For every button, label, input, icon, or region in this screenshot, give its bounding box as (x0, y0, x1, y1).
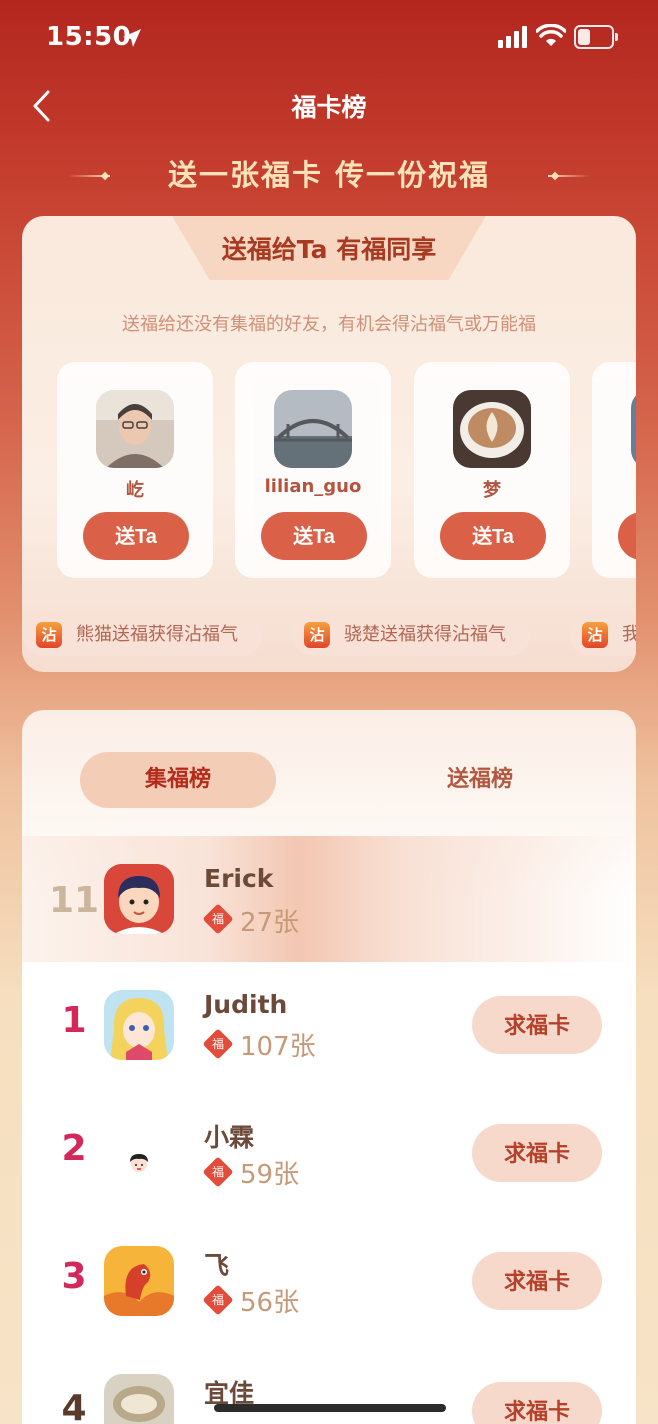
avatar[interactable] (104, 990, 174, 1060)
status-time: 15:50 (46, 22, 132, 52)
user-name: Judith (204, 990, 288, 1019)
friend-card: 屹 送Ta (57, 362, 213, 578)
ticker-text: 熊猫送福获得沾福气 (76, 624, 238, 645)
ticker-item: 沾 我 (570, 614, 636, 656)
request-card-button[interactable]: 求福卡 (472, 1124, 602, 1182)
card-count: 107张 (240, 1032, 316, 1062)
user-name: 飞 (204, 1251, 230, 1280)
avatar[interactable] (104, 1374, 174, 1424)
fu-card-icon: 福 (202, 1284, 234, 1316)
zhan-badge-icon: 沾 (582, 622, 608, 648)
avatar[interactable] (104, 1246, 174, 1316)
table-row: 1 Judith 福 107张 求福卡 (22, 964, 636, 1092)
zhan-badge-icon: 沾 (304, 622, 330, 648)
ticker-text: 我 (622, 624, 636, 645)
ticker-item: 沾 熊猫送福获得沾福气 (24, 614, 262, 656)
friend-avatar[interactable] (453, 390, 531, 468)
request-card-button[interactable]: 求福卡 (472, 1252, 602, 1310)
friend-name: 屹 (126, 480, 144, 501)
cellular-signal-icon (498, 26, 527, 48)
send-ta-button[interactable]: 送Ta (83, 512, 189, 560)
table-row: 2 小霖 福 59张 求福卡 (22, 1092, 636, 1220)
friend-avatar[interactable] (96, 390, 174, 468)
card-count: 56张 (240, 1288, 300, 1318)
card-title: 送福给Ta 有福同享 (221, 235, 437, 264)
friend-name: lilian_guo (264, 476, 362, 497)
rank-number: 1 (61, 1000, 87, 1041)
status-bar: 15:50 (0, 0, 658, 74)
fu-card-icon: 福 (202, 1028, 234, 1060)
fu-card-icon: 福 (202, 903, 234, 935)
table-row: 4 宜佳 求福卡 (22, 1348, 636, 1424)
tab-send-ranking[interactable]: 送福榜 (382, 752, 578, 808)
user-name: 小霖 (204, 1123, 255, 1152)
rank-number: 2 (61, 1128, 87, 1169)
friend-card: lilian_guo 送Ta (235, 362, 391, 578)
avatar[interactable] (104, 864, 174, 934)
ticker-item: 沾 骁楚送福获得沾福气 (292, 614, 530, 656)
leaderboard-card: 集福榜 送福榜 11 Erick 福 27张 1 Judith 福 107张 求… (22, 710, 636, 1424)
home-indicator[interactable] (214, 1404, 446, 1412)
ticker-text: 骁楚送福获得沾福气 (344, 624, 506, 645)
avatar[interactable] (104, 1118, 174, 1188)
send-ta-button[interactable]: 送Ta (261, 512, 367, 560)
friend-name: 梦 (483, 480, 501, 501)
card-subtitle: 送福给还没有集福的好友，有机会得沾福气或万能福 (122, 314, 536, 335)
user-name: Erick (204, 864, 274, 893)
slogan-banner: 送一张福卡 传一份祝福 (167, 158, 491, 192)
friend-avatar[interactable] (631, 390, 636, 468)
tab-collect-ranking[interactable]: 集福榜 (80, 752, 276, 808)
wifi-icon (536, 24, 566, 46)
zhan-badge-icon: 沾 (36, 622, 62, 648)
request-card-button[interactable]: 求福卡 (472, 996, 602, 1054)
battery-icon (574, 25, 618, 49)
friend-card-partial (592, 362, 636, 578)
card-count: 27张 (240, 908, 300, 938)
rank-number: 3 (61, 1256, 87, 1297)
decor-line-right (548, 175, 590, 177)
rank-number: 4 (61, 1388, 87, 1424)
rank-number: 11 (48, 880, 100, 921)
location-arrow-icon (123, 29, 141, 47)
my-rank-row: 11 Erick 福 27张 (22, 836, 636, 962)
fu-card-icon: 福 (202, 1156, 234, 1188)
card-count: 59张 (240, 1160, 300, 1190)
send-ta-button[interactable] (618, 512, 636, 560)
send-ta-button[interactable]: 送Ta (440, 512, 546, 560)
table-row: 3 飞 福 56张 求福卡 (22, 1220, 636, 1348)
friend-card: 梦 送Ta (414, 362, 570, 578)
page-title: 福卡榜 (291, 93, 367, 122)
friend-avatar[interactable] (274, 390, 352, 468)
request-card-button[interactable]: 求福卡 (472, 1382, 602, 1424)
send-fu-card: 送福给Ta 有福同享 送福给还没有集福的好友，有机会得沾福气或万能福 屹 送Ta… (22, 216, 636, 672)
